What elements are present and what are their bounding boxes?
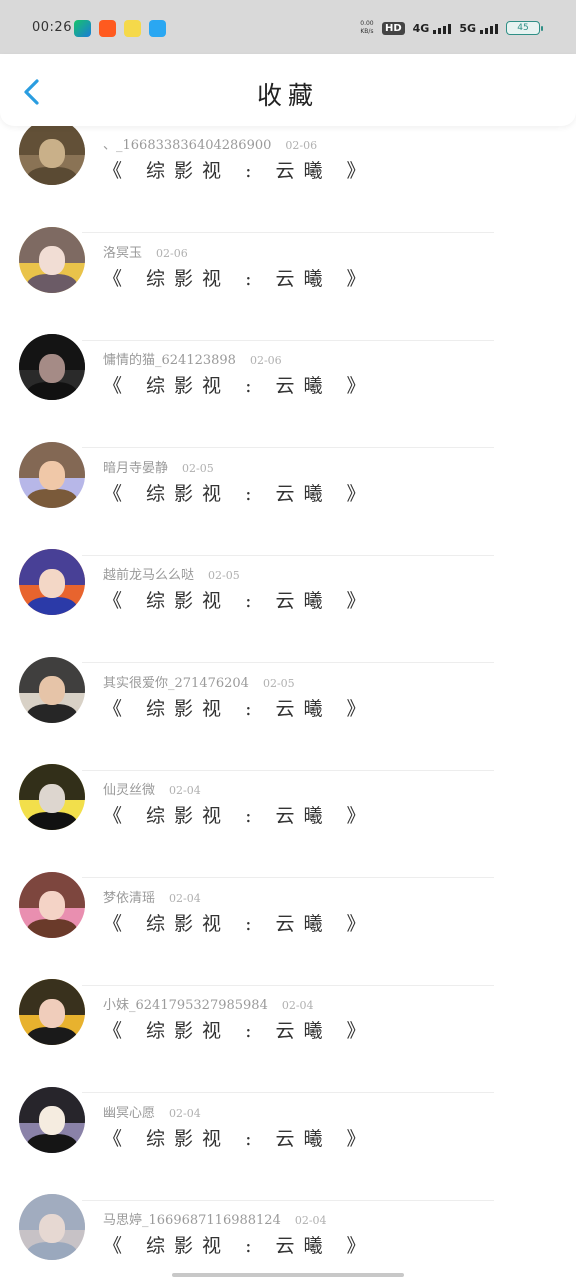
username: 越前龙马么么哒 bbox=[103, 568, 195, 583]
qq-app-icon bbox=[149, 20, 166, 37]
book-title[interactable]: 《 综影视 : 云曦 》 bbox=[103, 801, 375, 828]
list-item[interactable]: 暗月寺晏静 02-05 《 综影视 : 云曦 》 bbox=[0, 441, 576, 556]
book-title[interactable]: 《 综影视 : 云曦 》 bbox=[103, 479, 375, 506]
item-date: 02-05 bbox=[262, 676, 295, 690]
hd-badge: HD bbox=[381, 21, 405, 35]
user-avatar[interactable] bbox=[19, 126, 85, 185]
username: 仙灵丝微 bbox=[103, 783, 156, 798]
item-meta: 暗月寺晏静 02-05 bbox=[103, 457, 214, 476]
item-date: 02-06 bbox=[285, 139, 318, 152]
username: 、_166833836404286900 bbox=[103, 138, 272, 153]
book-title[interactable]: 《 综影视 : 云曦 》 bbox=[103, 586, 375, 613]
user-avatar[interactable] bbox=[19, 1194, 85, 1260]
item-meta: 马思婷_1669687116988124 02-04 bbox=[103, 1209, 327, 1228]
user-avatar[interactable] bbox=[19, 1086, 85, 1153]
battery-icon: 45 bbox=[506, 21, 543, 35]
username: 慵情的猫_624123898 bbox=[103, 353, 236, 368]
signal-5g-icon: 5G bbox=[459, 22, 498, 35]
username: 暗月寺晏静 bbox=[103, 460, 169, 476]
username: 梦依清瑶 bbox=[103, 890, 156, 906]
home-indicator[interactable] bbox=[172, 1273, 404, 1277]
list-item[interactable]: 洛冥玉 02-06 《 综影视 : 云曦 》 bbox=[0, 226, 576, 341]
username: 洛冥玉 bbox=[103, 245, 143, 261]
item-meta: 幽冥心愿 02-04 bbox=[103, 1102, 201, 1121]
user-avatar[interactable] bbox=[19, 871, 85, 938]
item-meta: 慵情的猫_624123898 02-06 bbox=[103, 349, 282, 368]
list-item[interactable]: 慵情的猫_624123898 02-06 《 综影视 : 云曦 》 bbox=[0, 334, 576, 448]
book-title[interactable]: 《 综影视 : 云曦 》 bbox=[103, 264, 375, 291]
item-date: 02-04 bbox=[169, 1106, 201, 1120]
item-date: 02-05 bbox=[208, 569, 240, 582]
network-speed: 0.00 KB/s bbox=[360, 20, 374, 35]
book-title[interactable]: 《 综影视 : 云曦 》 bbox=[103, 1016, 375, 1043]
book-title[interactable]: 《 综影视 : 云曦 》 bbox=[103, 1231, 375, 1258]
list-item[interactable]: 、_166833836404286900 02-06 《 综影视 : 云曦 》 bbox=[0, 126, 576, 233]
status-time: 00:26 bbox=[32, 20, 72, 35]
item-meta: 小妹_6241795327985984 02-04 bbox=[103, 994, 314, 1013]
item-meta: 仙灵丝微 02-04 bbox=[103, 779, 201, 798]
list-item[interactable]: 其实很爱你_271476204 02-05 《 综影视 : 云曦 》 bbox=[0, 656, 576, 771]
item-date: 02-04 bbox=[294, 1214, 327, 1227]
list-item[interactable]: 越前龙马么么哒 02-05 《 综影视 : 云曦 》 bbox=[0, 549, 576, 663]
item-date: 02-04 bbox=[169, 784, 201, 797]
user-avatar[interactable] bbox=[19, 764, 85, 830]
page-title: 收藏 bbox=[256, 81, 319, 110]
user-avatar[interactable] bbox=[19, 226, 85, 293]
item-date: 02-06 bbox=[249, 354, 282, 367]
iqiyi-app-icon bbox=[74, 20, 91, 37]
username: 小妹_6241795327985984 bbox=[103, 998, 268, 1013]
list-item[interactable]: 小妹_6241795327985984 02-04 《 综影视 : 云曦 》 bbox=[0, 979, 576, 1093]
list-item[interactable]: 幽冥心愿 02-04 《 综影视 : 云曦 》 bbox=[0, 1086, 576, 1201]
book-title[interactable]: 《 综影视 : 云曦 》 bbox=[103, 909, 375, 936]
item-meta: 洛冥玉 02-06 bbox=[103, 242, 188, 261]
list-item[interactable]: 仙灵丝微 02-04 《 综影视 : 云曦 》 bbox=[0, 764, 576, 878]
item-meta: 其实很爱你_271476204 02-05 bbox=[103, 672, 295, 691]
item-date: 02-06 bbox=[156, 246, 188, 260]
status-bar: 00:26 0.00 KB/s HD 4G 5G 45 bbox=[0, 0, 576, 54]
title-bar: 收藏 bbox=[0, 54, 576, 126]
status-notification-icons bbox=[74, 20, 166, 37]
item-date: 02-04 bbox=[169, 891, 201, 905]
user-avatar[interactable] bbox=[19, 656, 85, 723]
taobao-app-icon bbox=[99, 20, 116, 37]
username: 幽冥心愿 bbox=[103, 1105, 156, 1121]
list-item[interactable]: 梦依清瑶 02-04 《 综影视 : 云曦 》 bbox=[0, 871, 576, 986]
user-avatar[interactable] bbox=[19, 441, 85, 508]
book-title[interactable]: 《 综影视 : 云曦 》 bbox=[103, 1124, 375, 1151]
item-meta: 越前龙马么么哒 02-05 bbox=[103, 564, 240, 583]
user-avatar[interactable] bbox=[19, 979, 85, 1045]
username: 其实很爱你_271476204 bbox=[103, 675, 249, 691]
list-item[interactable]: 马思婷_1669687116988124 02-04 《 综影视 : 云曦 》 bbox=[0, 1194, 576, 1280]
user-avatar[interactable] bbox=[19, 334, 85, 400]
lemon-app-icon bbox=[124, 20, 141, 37]
item-date: 02-05 bbox=[182, 461, 214, 475]
book-title[interactable]: 《 综影视 : 云曦 》 bbox=[103, 371, 375, 398]
book-title[interactable]: 《 综影视 : 云曦 》 bbox=[103, 694, 375, 721]
username: 马思婷_1669687116988124 bbox=[103, 1213, 281, 1228]
item-meta: 梦依清瑶 02-04 bbox=[103, 887, 201, 906]
favorites-list[interactable]: 、_166833836404286900 02-06 《 综影视 : 云曦 》洛冥玉… bbox=[0, 126, 576, 1280]
user-avatar[interactable] bbox=[19, 549, 85, 615]
item-date: 02-04 bbox=[281, 999, 314, 1012]
book-title[interactable]: 《 综影视 : 云曦 》 bbox=[103, 156, 375, 183]
item-meta: 、_166833836404286900 02-06 bbox=[103, 134, 317, 153]
signal-4g-icon: 4G bbox=[413, 22, 452, 35]
